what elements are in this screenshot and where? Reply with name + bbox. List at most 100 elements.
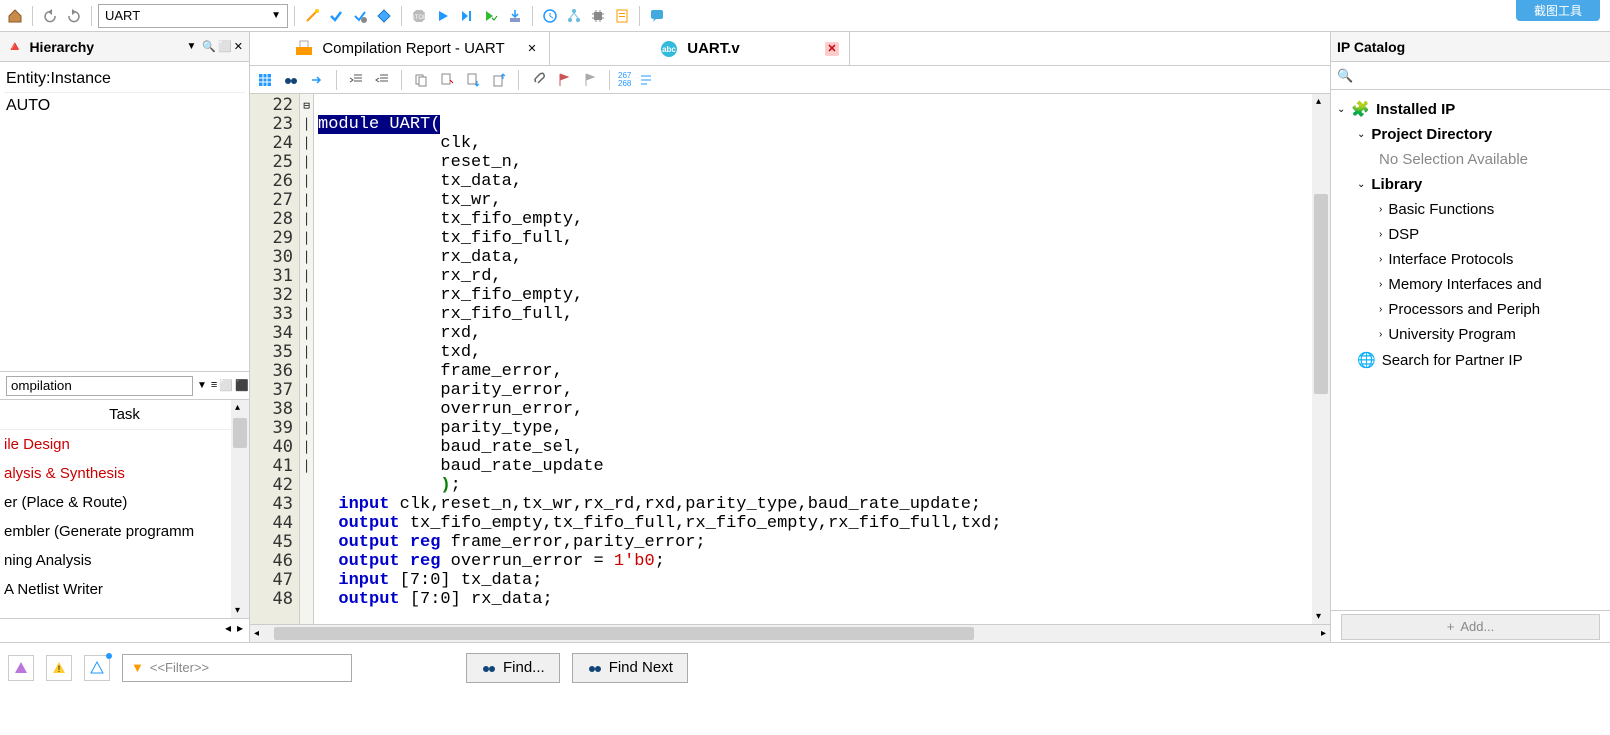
undo-icon[interactable] xyxy=(39,5,61,27)
filter-input[interactable]: ▼ <<Filter>> xyxy=(122,654,352,682)
find-button[interactable]: Find... xyxy=(466,653,560,683)
cut-icon[interactable] xyxy=(436,69,458,91)
ip-library-item[interactable]: ›Interface Protocols xyxy=(1335,247,1606,272)
hierarchy-panel: 🔺 Hierarchy ▼ 🔍 ⬜ ✕ Entity:Instance AUTO xyxy=(0,32,249,372)
tasks-scrollbar[interactable]: ▴ ▾ xyxy=(231,400,249,618)
tab-compilation-report[interactable]: Compilation Report - UART ✕ xyxy=(250,32,550,65)
filter-placeholder: <<Filter>> xyxy=(150,660,209,675)
arrow-right-icon[interactable] xyxy=(306,69,328,91)
chevron-down-icon[interactable]: ▼ xyxy=(186,41,196,52)
paste-down-icon[interactable] xyxy=(462,69,484,91)
pin-icon[interactable]: ⬜ xyxy=(218,40,232,53)
diamond-icon[interactable] xyxy=(373,5,395,27)
hierarchy-root[interactable]: AUTO xyxy=(4,93,245,119)
ip-root[interactable]: ⌄ 🧩 Installed IP xyxy=(1335,96,1606,122)
scroll-down-icon[interactable]: ▾ xyxy=(1316,611,1321,622)
scroll-left-icon[interactable]: ◂ xyxy=(254,628,259,639)
flag-icon[interactable] xyxy=(553,69,575,91)
play-check-icon[interactable] xyxy=(480,5,502,27)
main-layout: 🔺 Hierarchy ▼ 🔍 ⬜ ✕ Entity:Instance AUTO… xyxy=(0,32,1610,642)
scroll-right-icon[interactable]: ▸ xyxy=(237,621,243,640)
task-item[interactable]: embler (Generate programm xyxy=(0,517,249,546)
paste-up-icon[interactable] xyxy=(488,69,510,91)
ip-library-item[interactable]: ›Basic Functions xyxy=(1335,197,1606,222)
ip-library[interactable]: ⌄ Library xyxy=(1335,172,1606,197)
home-icon[interactable] xyxy=(4,5,26,27)
editor-vscrollbar[interactable]: ▴ ▾ xyxy=(1312,94,1330,624)
find-next-button[interactable]: Find Next xyxy=(572,653,688,683)
close-panel-icon[interactable]: ✕ xyxy=(234,40,243,53)
outdent-icon[interactable] xyxy=(371,69,393,91)
search-icon: 🔍 xyxy=(1337,68,1353,84)
task-item[interactable]: ile Design xyxy=(0,430,249,459)
check-gear-icon[interactable] xyxy=(349,5,371,27)
task-item[interactable]: ning Analysis xyxy=(0,546,249,575)
ip-library-item[interactable]: ›Memory Interfaces and xyxy=(1335,272,1606,297)
main-toolbar: UART ▼ STOP xyxy=(0,0,1610,32)
tree-icon[interactable] xyxy=(563,5,585,27)
task-item[interactable]: alysis & Synthesis xyxy=(0,459,249,488)
chevron-down-icon[interactable]: ▼ xyxy=(197,380,207,391)
project-selector[interactable]: UART ▼ xyxy=(98,4,288,28)
warning-purple-icon[interactable] xyxy=(8,655,34,681)
task-item[interactable]: A Netlist Writer xyxy=(0,575,249,604)
doc-icon[interactable] xyxy=(611,5,633,27)
tasks-combo[interactable] xyxy=(6,376,193,396)
close-tab-icon[interactable]: ✕ xyxy=(825,42,839,56)
tasks-footer: ◂ ▸ xyxy=(0,618,249,642)
code-content[interactable]: module UART( clk, reset_n, tx_data, tx_w… xyxy=(314,94,1312,624)
scrollbar-thumb[interactable] xyxy=(274,627,974,640)
attach-icon[interactable] xyxy=(527,69,549,91)
pin-icon[interactable]: ⬜ xyxy=(219,379,233,392)
binoculars-icon[interactable] xyxy=(280,69,302,91)
scroll-right-icon[interactable]: ▸ xyxy=(1321,628,1326,639)
flag-dim-icon[interactable] xyxy=(579,69,601,91)
scroll-left-icon[interactable]: ◂ xyxy=(225,621,231,640)
warning-blue-icon[interactable] xyxy=(84,655,110,681)
download-icon[interactable] xyxy=(504,5,526,27)
line-numbers-icon[interactable]: 267 268 xyxy=(618,69,631,91)
wrap-icon[interactable] xyxy=(635,69,657,91)
play-icon[interactable] xyxy=(432,5,454,27)
scrollbar-thumb[interactable] xyxy=(1314,194,1328,394)
tasks-body: Task ile Designalysis & Synthesiser (Pla… xyxy=(0,400,249,618)
ip-library-item[interactable]: ›DSP xyxy=(1335,222,1606,247)
chevron-right-icon: › xyxy=(1379,204,1382,215)
copy-icon[interactable] xyxy=(410,69,432,91)
divider xyxy=(518,70,519,90)
ip-search-input[interactable] xyxy=(1357,68,1604,83)
indent-icon[interactable] xyxy=(345,69,367,91)
warning-yellow-icon[interactable]: ! xyxy=(46,655,72,681)
task-item[interactable]: er (Place & Route) xyxy=(0,488,249,517)
scroll-up-icon[interactable]: ▴ xyxy=(1316,96,1321,107)
close-tab-icon[interactable]: ✕ xyxy=(525,42,539,56)
bubble-icon[interactable] xyxy=(646,5,668,27)
redo-icon[interactable] xyxy=(63,5,85,27)
ip-library-item[interactable]: ›Processors and Periph xyxy=(1335,297,1606,322)
play-next-icon[interactable] xyxy=(456,5,478,27)
add-ip-button[interactable]: + Add... xyxy=(1341,614,1600,640)
report-icon xyxy=(294,39,314,59)
list-icon[interactable]: ≡ xyxy=(211,379,217,392)
editor-hscrollbar[interactable]: ◂ ▸ xyxy=(250,624,1330,642)
ip-project-dir[interactable]: ⌄ Project Directory xyxy=(1335,122,1606,147)
chevron-down-icon: ⌄ xyxy=(1357,179,1365,190)
stop-icon[interactable]: STOP xyxy=(408,5,430,27)
scroll-up-icon[interactable]: ▴ xyxy=(235,402,240,413)
scrollbar-thumb[interactable] xyxy=(233,418,247,448)
ip-search-partner[interactable]: 🌐 Search for Partner IP xyxy=(1335,347,1606,373)
check-blue-icon[interactable] xyxy=(325,5,347,27)
divider xyxy=(336,70,337,90)
ip-library-item[interactable]: ›University Program xyxy=(1335,322,1606,347)
svg-text:STOP: STOP xyxy=(411,15,427,21)
maximize-icon[interactable]: ⬛ xyxy=(235,379,249,392)
chip-icon[interactable] xyxy=(587,5,609,27)
tab-uart-v[interactable]: abc UART.v ✕ xyxy=(550,32,850,65)
wand-icon[interactable] xyxy=(301,5,323,27)
grid-icon[interactable] xyxy=(254,69,276,91)
fold-gutter[interactable]: ⊟ │ │ │ │ │ │ │ │ │ │ │ │ │ │ │ │ │ │ │ xyxy=(300,94,314,624)
search-small-icon[interactable]: 🔍 xyxy=(202,40,216,53)
plus-icon: + xyxy=(1447,619,1455,634)
clock-icon[interactable] xyxy=(539,5,561,27)
scroll-down-icon[interactable]: ▾ xyxy=(235,605,240,616)
